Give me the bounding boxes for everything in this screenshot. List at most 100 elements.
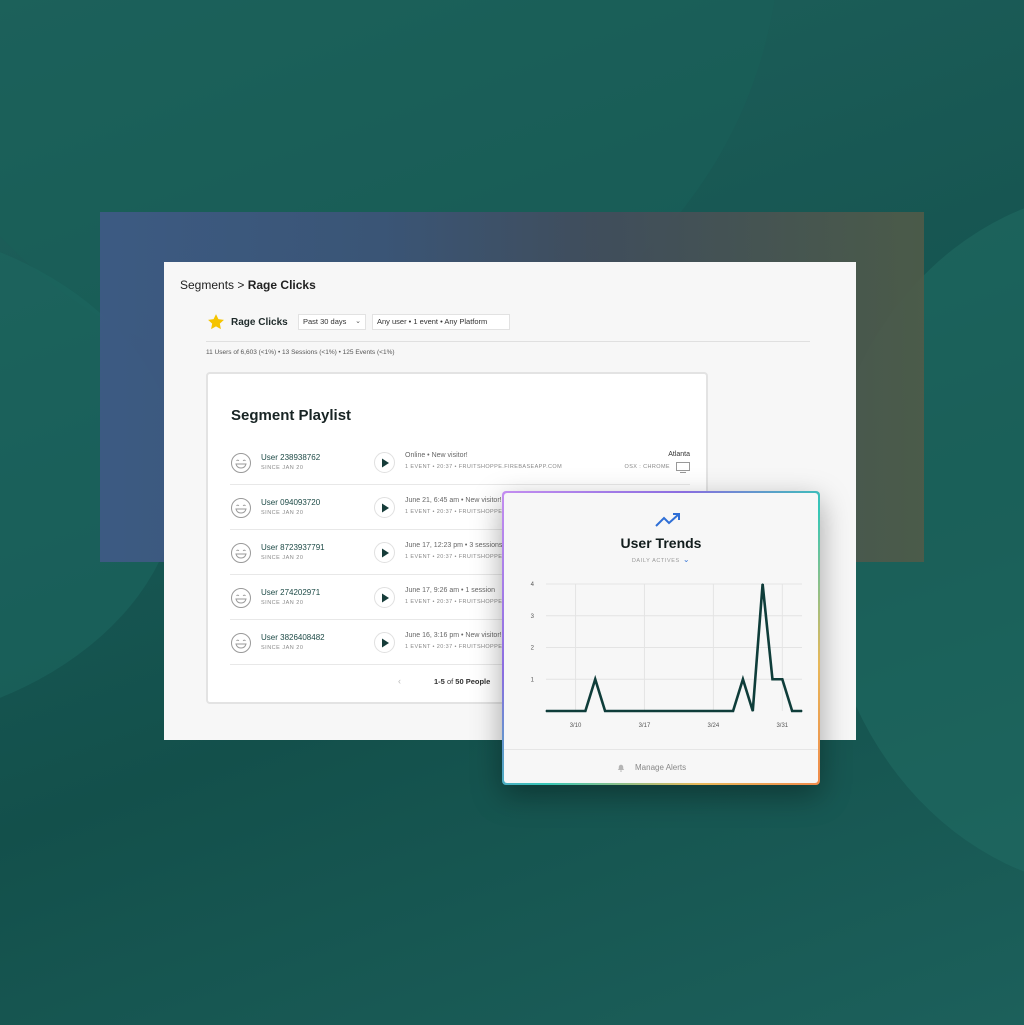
user-since: SINCE JAN 20 [261,510,303,516]
user-name-link[interactable]: User 3826408482 [261,633,325,642]
data-point [644,710,645,711]
smiley-avatar-icon [230,632,252,654]
session-info: June 16, 3:16 pm • New visitor! [405,632,502,639]
smiley-avatar-icon [230,497,252,519]
user-name-link[interactable]: User 8723937791 [261,543,325,552]
segment-name: Rage Clicks [231,317,288,328]
breadcrumb-parent-link[interactable]: Segments [180,278,234,292]
y-tick-label: 2 [531,646,535,652]
data-point [664,710,665,711]
data-point [555,710,556,711]
pagination-range: 1-5 [434,677,445,686]
data-point [624,710,625,711]
data-point [752,710,753,711]
smiley-avatar-icon [230,587,252,609]
chevron-down-icon: ⌄ [683,555,690,564]
manage-alerts-bar[interactable]: Manage Alerts [504,749,818,783]
segment-criteria-filter[interactable]: Any user • 1 event • Any Platform [372,314,510,330]
data-point [772,679,773,680]
play-session-button[interactable] [374,497,395,518]
trends-title: User Trends [504,535,818,551]
playlist-row[interactable]: User 238938762 SINCE JAN 20 Online • New v… [230,440,690,485]
breadcrumb-current: Rage Clicks [248,278,316,292]
user-trends-card-frame: User Trends DAILY ACTIVES⌄ 1 2 3 4 3/10 3/17 3… [502,491,820,785]
x-tick-label: 3/17 [639,723,651,729]
data-point [762,583,763,584]
y-tick-label: 3 [531,614,535,620]
x-tick-label: 3/10 [570,723,582,729]
user-name-link[interactable]: User 094093720 [261,498,320,507]
session-info: June 17, 9:26 am • 1 session [405,587,495,594]
trending-up-icon [654,511,682,529]
data-point [742,679,743,680]
data-point [673,710,674,711]
trends-metric-dropdown[interactable]: DAILY ACTIVES⌄ [504,555,818,564]
smiley-avatar-icon [230,452,252,474]
user-platform: OSX : CHROME [625,464,670,470]
session-meta: 1 EVENT • 20:37 • FRUITSHOPPE.FIREBASEAP… [405,464,562,470]
user-since: SINCE JAN 20 [261,600,303,606]
data-point [545,710,546,711]
data-point [703,710,704,711]
chevron-down-icon: ⌄ [355,315,361,329]
session-info: Online • New visitor! [405,452,468,459]
pagination-of: of [447,677,453,686]
x-tick-label: 3/24 [708,723,720,729]
segment-header: Rage Clicks Past 30 days ⌄ Any user • 1 … [206,312,810,342]
pagination-label: 1-5 of 50 People [434,677,490,686]
daily-actives-chart: 1 2 3 4 3/10 3/17 3/24 3/31 [504,571,818,739]
previous-page-button[interactable]: ‹ [398,676,401,686]
smiley-avatar-icon [230,542,252,564]
user-location: Atlanta [668,451,690,458]
trends-metric-label: DAILY ACTIVES [632,558,680,564]
play-icon [381,548,390,558]
pagination-total: 50 People [455,677,490,686]
data-point [693,710,694,711]
breadcrumb-separator: > [234,278,248,292]
user-name-link[interactable]: User 238938762 [261,453,320,462]
date-range-value: Past 30 days [303,317,346,326]
data-point [792,710,793,711]
bell-icon [617,764,625,772]
user-since: SINCE JAN 20 [261,555,303,561]
monitor-icon [676,462,690,473]
y-tick-label: 4 [531,582,535,588]
data-point [801,710,802,711]
user-since: SINCE JAN 20 [261,645,303,651]
segment-stats: 11 Users of 6,603 (<1%) • 13 Sessions (<… [206,349,395,356]
y-tick-label: 1 [531,677,535,683]
data-point [683,710,684,711]
user-since: SINCE JAN 20 [261,465,303,471]
data-point [654,710,655,711]
play-session-button[interactable] [374,587,395,608]
date-range-dropdown[interactable]: Past 30 days ⌄ [298,314,366,330]
data-point [614,710,615,711]
user-name-link[interactable]: User 274202971 [261,588,320,597]
session-info: June 17, 12:23 pm • 3 sessions [405,542,502,549]
star-icon[interactable] [206,312,226,332]
play-icon [381,593,390,603]
user-trends-card: User Trends DAILY ACTIVES⌄ 1 2 3 4 3/10 3/17 3… [504,493,818,783]
play-session-button[interactable] [374,542,395,563]
breadcrumb: Segments > Rage Clicks [180,278,316,292]
session-info: June 21, 6:45 am • New visitor! [405,497,502,504]
data-point [565,710,566,711]
play-icon [381,638,390,648]
play-session-button[interactable] [374,452,395,473]
playlist-title: Segment Playlist [231,407,351,424]
data-point [713,710,714,711]
play-session-button[interactable] [374,632,395,653]
play-icon [381,458,390,468]
data-point [782,679,783,680]
data-point [634,710,635,711]
data-point [585,710,586,711]
manage-alerts-label: Manage Alerts [635,763,686,772]
data-point [575,710,576,711]
data-point [732,710,733,711]
play-icon [381,503,390,513]
data-point [604,710,605,711]
x-tick-label: 3/31 [776,723,788,729]
data-point [595,679,596,680]
data-point [723,710,724,711]
segment-criteria-text: Any user • 1 event • Any Platform [377,317,487,326]
